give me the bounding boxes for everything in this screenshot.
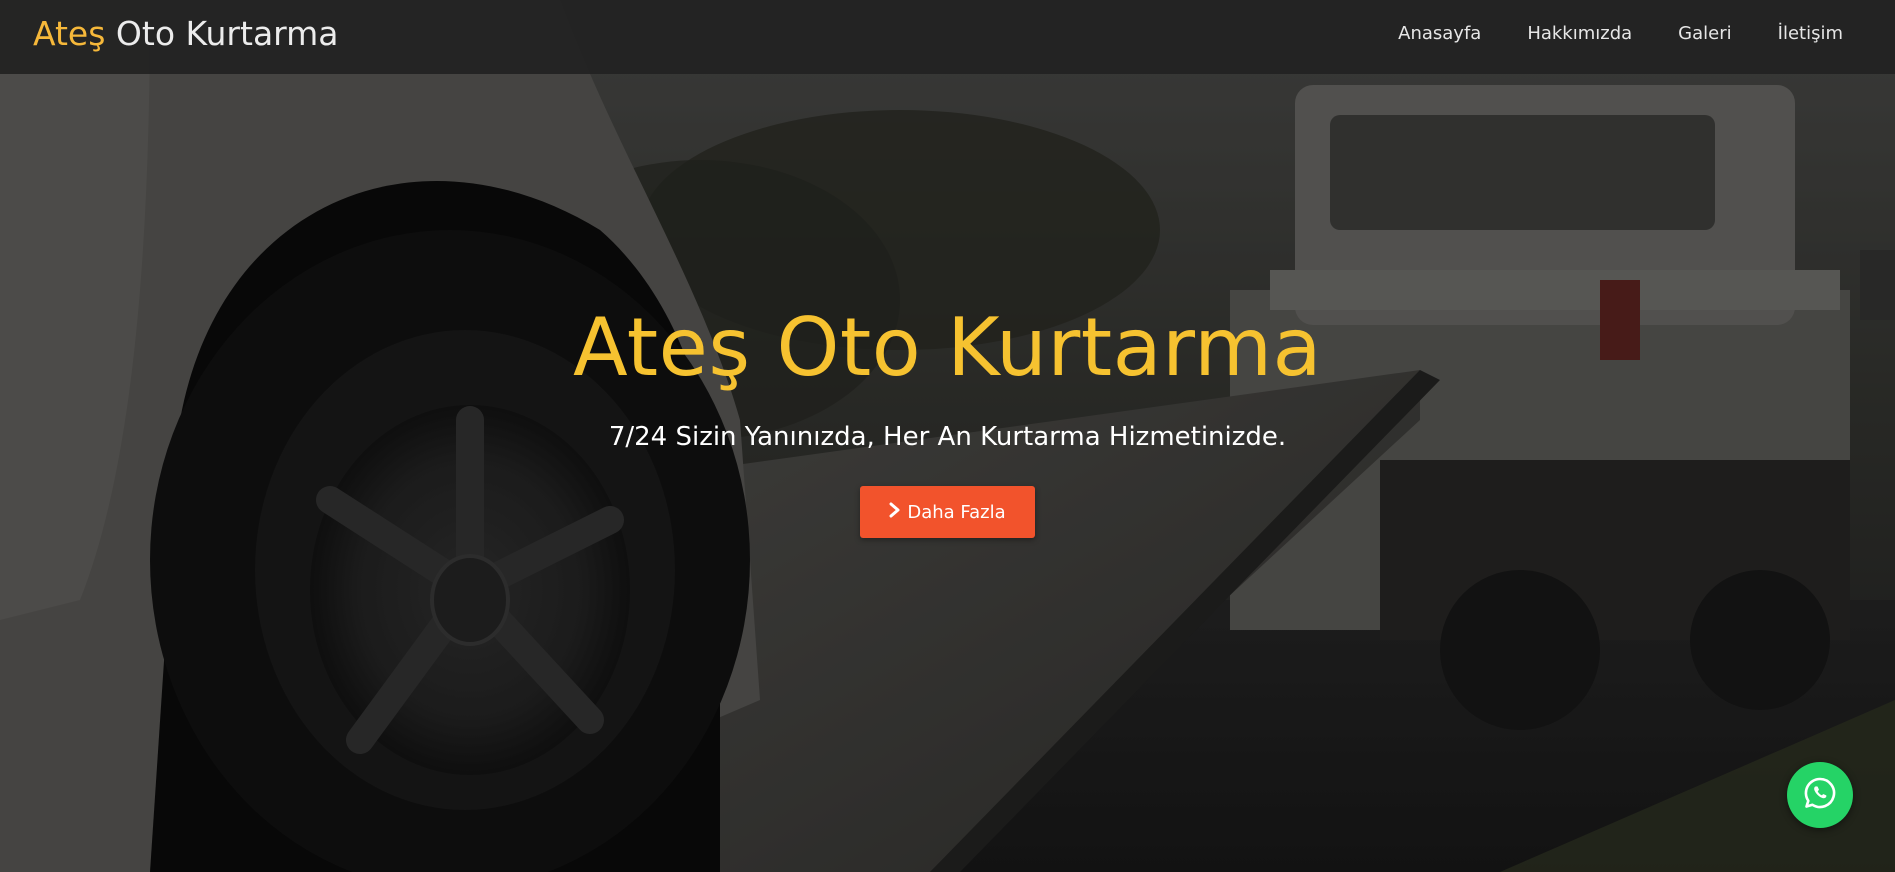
- nav-item-anasayfa[interactable]: Anasayfa: [1398, 22, 1481, 46]
- nav-item-hakkimizda[interactable]: Hakkımızda: [1527, 22, 1632, 46]
- more-info-button[interactable]: Daha Fazla: [860, 486, 1035, 538]
- brand-accent-text: Ateş: [33, 14, 106, 53]
- hero-section: Ateş Oto Kurtarma 7/24 Sizin Yanınızda, …: [0, 300, 1895, 538]
- whatsapp-icon: [1803, 776, 1837, 814]
- main-nav: Anasayfa Hakkımızda Galeri İletişim: [1352, 0, 1843, 68]
- top-navbar: Ateş Oto Kurtarma Anasayfa Hakkımızda Ga…: [0, 0, 1895, 74]
- nav-item-iletisim[interactable]: İletişim: [1778, 22, 1843, 46]
- page: Ateş Oto Kurtarma Anasayfa Hakkımızda Ga…: [0, 0, 1895, 872]
- hero-title: Ateş Oto Kurtarma: [572, 301, 1323, 394]
- whatsapp-float-button[interactable]: [1787, 762, 1853, 828]
- more-info-button-label: Daha Fazla: [907, 501, 1006, 523]
- nav-item-galeri[interactable]: Galeri: [1678, 22, 1731, 46]
- brand-rest-text: Oto Kurtarma: [105, 14, 339, 53]
- hero-subtitle: 7/24 Sizin Yanınızda, Her An Kurtarma Hi…: [608, 422, 1287, 452]
- chevron-right-icon: [889, 502, 901, 523]
- brand-logo-link[interactable]: Ateş Oto Kurtarma: [33, 14, 339, 54]
